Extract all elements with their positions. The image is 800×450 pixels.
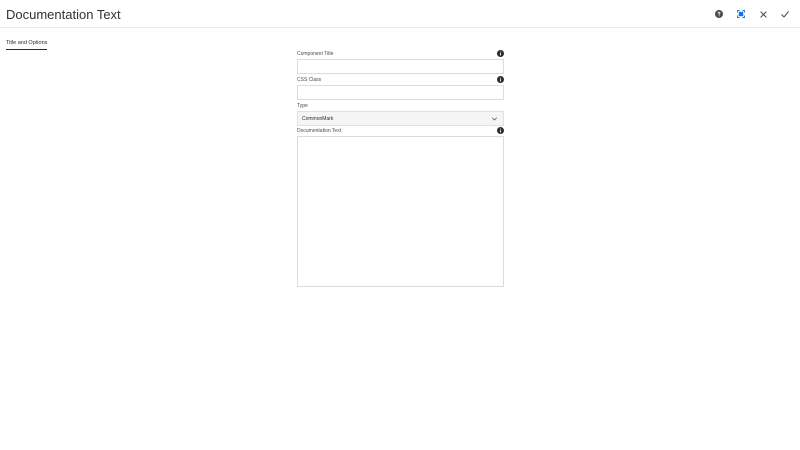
- css-class-label-row: CSS Class: [297, 75, 504, 85]
- info-icon[interactable]: [497, 76, 504, 83]
- tab-title-and-options[interactable]: Title and Options: [6, 40, 48, 50]
- fullscreen-button[interactable]: [730, 5, 752, 23]
- info-icon[interactable]: [497, 127, 504, 134]
- css-class-input[interactable]: [297, 85, 504, 100]
- tab-list: Title and Options: [6, 31, 48, 50]
- checkmark-icon: [781, 10, 789, 17]
- documentation-text-label: Documentation Text: [297, 128, 342, 134]
- component-title-label: Component Title: [297, 51, 334, 57]
- component-title-label-row: Component Title: [297, 49, 504, 59]
- type-label-row: Type: [297, 101, 504, 111]
- close-icon: [759, 10, 767, 18]
- type-select[interactable]: CommonMark: [297, 111, 504, 126]
- chevron-down-icon: [492, 117, 497, 121]
- header-actions: [708, 5, 796, 23]
- css-class-label: CSS Class: [297, 77, 322, 83]
- dialog-header: Documentation Text: [0, 0, 800, 28]
- close-button[interactable]: [752, 5, 774, 23]
- form: Component Title CSS Class Type CommonMar…: [297, 49, 504, 287]
- help-button[interactable]: [708, 5, 730, 23]
- dialog: Documentation Text Title and Options Com…: [0, 0, 800, 450]
- fullscreen-icon: [737, 10, 745, 18]
- dialog-title: Documentation Text: [6, 7, 121, 22]
- info-icon[interactable]: [497, 50, 504, 57]
- type-select-value: CommonMark: [302, 116, 334, 122]
- help-circle-icon: [715, 10, 723, 18]
- confirm-button[interactable]: [774, 5, 796, 23]
- type-label: Type: [297, 103, 308, 109]
- component-title-input[interactable]: [297, 59, 504, 74]
- documentation-text-area[interactable]: [297, 136, 504, 287]
- documentation-text-label-row: Documentation Text: [297, 126, 504, 136]
